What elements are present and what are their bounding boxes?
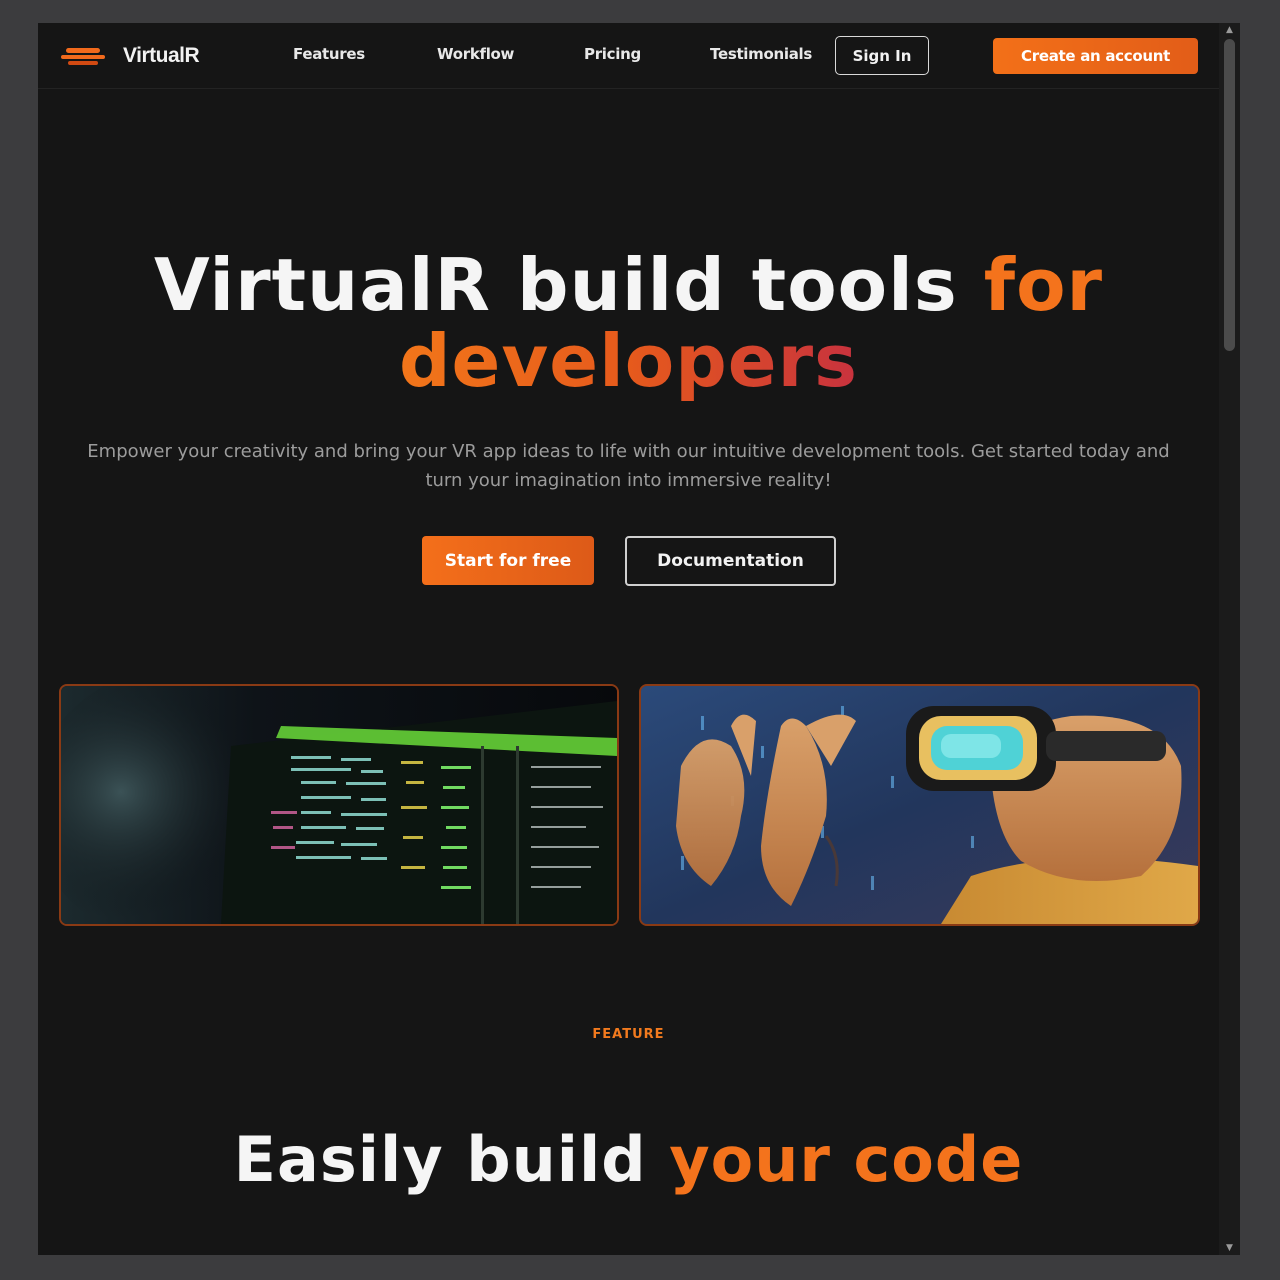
vertical-scrollbar[interactable]: ▲ ▼ (1219, 23, 1240, 1255)
nav-link-testimonials[interactable]: Testimonials (710, 45, 812, 63)
feature-tag: FEATURE (592, 1027, 665, 1042)
hero-title-line2: developers (398, 319, 858, 403)
create-account-button[interactable]: Create an account (993, 38, 1198, 74)
brand-logo[interactable]: VirtualR (61, 42, 200, 70)
page-viewport: VirtualR Features Workflow Pricing Testi… (38, 23, 1219, 1255)
feature-title-main: Easily build (233, 1123, 647, 1196)
code-screen-illustration (61, 686, 617, 924)
scrollbar-thumb[interactable] (1224, 39, 1235, 351)
nav-link-features[interactable]: Features (293, 45, 365, 63)
hero-title: VirtualR build tools for developers (38, 247, 1219, 399)
scroll-down-arrow-icon[interactable]: ▼ (1219, 1241, 1240, 1255)
hero-subtitle: Empower your creativity and bring your V… (87, 441, 1170, 491)
navbar: VirtualR Features Workflow Pricing Testi… (38, 23, 1219, 89)
start-for-free-button[interactable]: Start for free (422, 536, 594, 585)
hero-title-main: VirtualR build tools (153, 243, 958, 327)
scroll-up-arrow-icon[interactable]: ▲ (1219, 23, 1240, 37)
vr-headset-illustration (641, 686, 1198, 924)
nav-link-workflow[interactable]: Workflow (437, 45, 514, 63)
hero-title-accent: for (983, 243, 1104, 327)
documentation-button[interactable]: Documentation (625, 536, 836, 586)
nav-link-pricing[interactable]: Pricing (584, 45, 641, 63)
code-screen-image (59, 684, 619, 926)
logo-icon (61, 42, 107, 70)
vr-headset-image (639, 684, 1200, 926)
sign-in-button[interactable]: Sign In (835, 36, 929, 75)
feature-title-accent: your code (669, 1123, 1024, 1196)
brand-name: VirtualR (123, 44, 200, 67)
feature-title: Easily build your code (38, 1123, 1219, 1196)
